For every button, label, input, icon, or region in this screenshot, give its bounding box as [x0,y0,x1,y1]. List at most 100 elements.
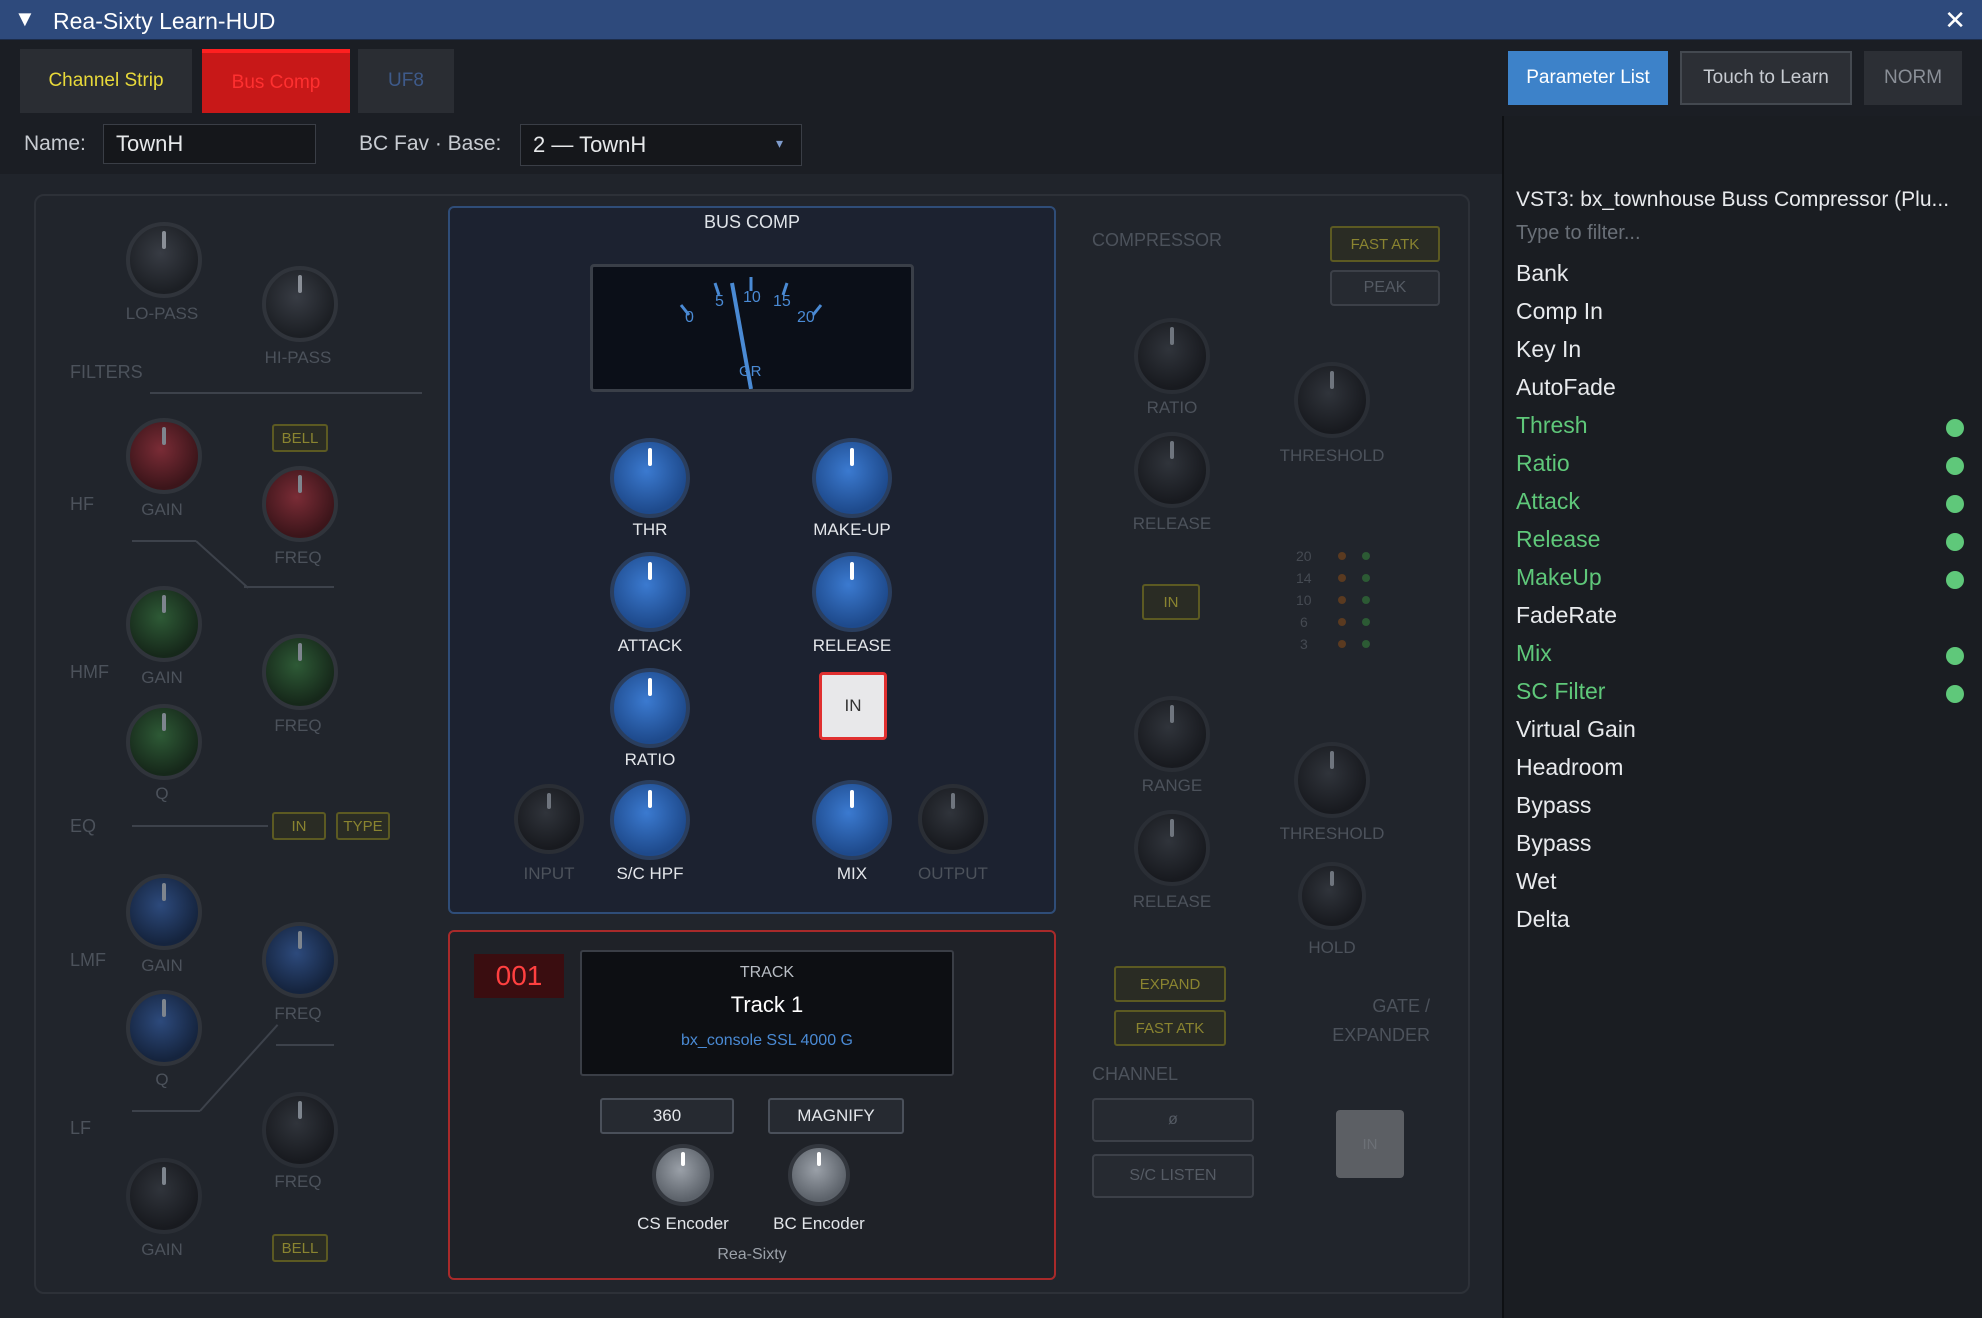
hi-pass-label: HI-PASS [264,348,332,367]
led-label: 10 [1296,592,1312,608]
comp-ratio-label: RATIO [1146,398,1198,417]
name-field[interactable]: TownH [103,124,316,164]
parameter-item[interactable]: Delta [1516,906,1570,933]
parameter-item[interactable]: Attack [1516,488,1580,515]
gr-meter: 0 5 10 15 20 GR [590,264,914,392]
eq-line [276,1044,334,1046]
title-bar: ▼ Rea-Sixty Learn-HUD ✕ [0,0,1982,40]
hmf-gain-knob[interactable] [126,586,202,662]
lf-bell-button[interactable]: BELL [272,1234,328,1262]
parameter-item[interactable]: FadeRate [1516,602,1617,629]
lmf-gain-knob[interactable] [126,874,202,950]
meter-tick-label: 20 [797,309,815,326]
learned-indicator-icon [1946,533,1964,551]
gate-fast-atk-button[interactable]: FAST ATK [1114,1010,1226,1046]
output-knob[interactable] [918,784,988,854]
parameter-item[interactable]: Wet [1516,868,1556,895]
parameter-item[interactable]: MakeUp [1516,564,1602,591]
parameter-item[interactable]: AutoFade [1516,374,1616,401]
parameter-item[interactable]: Mix [1516,640,1552,667]
parameter-list-panel: VST3: bx_townhouse Buss Compressor (Plu.… [1502,116,1982,1318]
parameter-item[interactable]: Comp In [1516,298,1603,325]
hf-bell-button[interactable]: BELL [272,424,328,452]
ratio-knob[interactable] [610,668,690,748]
track-plugin: bx_console SSL 4000 G [681,1032,853,1049]
expand-button[interactable]: EXPAND [1114,966,1226,1002]
parameter-item[interactable]: Key In [1516,336,1581,363]
bc-encoder-knob[interactable] [788,1144,850,1206]
parameter-item[interactable]: Headroom [1516,754,1623,781]
hold-knob[interactable] [1298,862,1366,930]
parameter-item[interactable]: Bypass [1516,830,1591,857]
magnify-button[interactable]: MAGNIFY [768,1098,904,1134]
parameter-item[interactable]: Release [1516,526,1600,553]
collapse-icon[interactable]: ▼ [14,6,36,32]
eq-in-button[interactable]: IN [272,812,326,840]
comp-in-button[interactable]: IN [1142,584,1200,620]
led [1362,618,1370,626]
filter-input[interactable]: Type to filter... [1516,222,1641,245]
parameter-item[interactable]: Bank [1516,260,1568,287]
gate-expander-label: GATE / EXPANDER [1300,992,1430,1050]
lf-freq-label: FREQ [274,1172,322,1191]
lf-freq-knob[interactable] [262,1092,338,1168]
lmf-q-knob[interactable] [126,990,202,1066]
comp-release-knob[interactable] [1134,432,1210,508]
meter-tick-label: 0 [685,309,694,326]
release-knob[interactable] [812,552,892,632]
bus-comp-in-button[interactable]: IN [819,672,887,740]
lmf-freq-knob[interactable] [262,922,338,998]
hf-freq-knob[interactable] [262,466,338,542]
hmf-q-knob[interactable] [126,704,202,780]
parameter-item[interactable]: Thresh [1516,412,1588,439]
learned-indicator-icon [1946,647,1964,665]
make-up-knob[interactable] [812,438,892,518]
parameter-item[interactable]: Ratio [1516,450,1570,477]
fast-atk-button[interactable]: FAST ATK [1330,226,1440,262]
lo-pass-knob[interactable] [126,222,202,298]
lf-gain-label: GAIN [141,1240,183,1259]
input-knob[interactable] [514,784,584,854]
tab-uf8[interactable]: UF8 [358,49,454,113]
tab-bus-comp[interactable]: Bus Comp [202,49,350,113]
sc-listen-button[interactable]: S/C LISTEN [1092,1154,1254,1198]
track-name: Track 1 [730,992,804,1017]
phase-button[interactable]: ø [1092,1098,1254,1142]
gate-in-button[interactable]: IN [1336,1110,1404,1178]
lmf-label: LMF [70,950,106,970]
peak-button[interactable]: PEAK [1330,270,1440,306]
close-icon[interactable]: ✕ [1944,5,1966,36]
thr-knob[interactable] [610,438,690,518]
attack-knob[interactable] [610,552,690,632]
hmf-freq-knob[interactable] [262,634,338,710]
led [1362,552,1370,560]
channel-label: CHANNEL [1092,1064,1179,1084]
parameter-item[interactable]: Virtual Gain [1516,716,1636,743]
parameter-list-button[interactable]: Parameter List [1508,51,1668,105]
comp-threshold-knob[interactable] [1294,362,1370,438]
led [1338,618,1346,626]
parameter-item[interactable]: Bypass [1516,792,1591,819]
eq-divider [132,825,268,827]
norm-button[interactable]: NORM [1864,51,1962,105]
parameter-item[interactable]: SC Filter [1516,678,1605,705]
lf-gain-knob[interactable] [126,1158,202,1234]
gate-threshold-knob[interactable] [1294,742,1370,818]
touch-to-learn-button[interactable]: Touch to Learn [1680,51,1852,105]
comp-ratio-knob[interactable] [1134,318,1210,394]
hf-gain-knob[interactable] [126,418,202,494]
cs-encoder-knob[interactable] [652,1144,714,1206]
hold-label: HOLD [1308,938,1356,957]
lmf-gain-label: GAIN [141,956,183,975]
mix-knob[interactable] [812,780,892,860]
hi-pass-knob[interactable] [262,266,338,342]
sc-hpf-knob[interactable] [610,780,690,860]
eq-type-button[interactable]: TYPE [336,812,390,840]
fav-dropdown[interactable]: 2 — TownH ▾ [520,124,802,166]
tab-channel-strip[interactable]: Channel Strip [20,49,192,113]
btn-360[interactable]: 360 [600,1098,734,1134]
range-knob[interactable] [1134,696,1210,772]
lo-pass-label: LO-PASS [125,304,199,323]
gate-release-knob[interactable] [1134,810,1210,886]
hf-freq-label: FREQ [274,548,322,567]
